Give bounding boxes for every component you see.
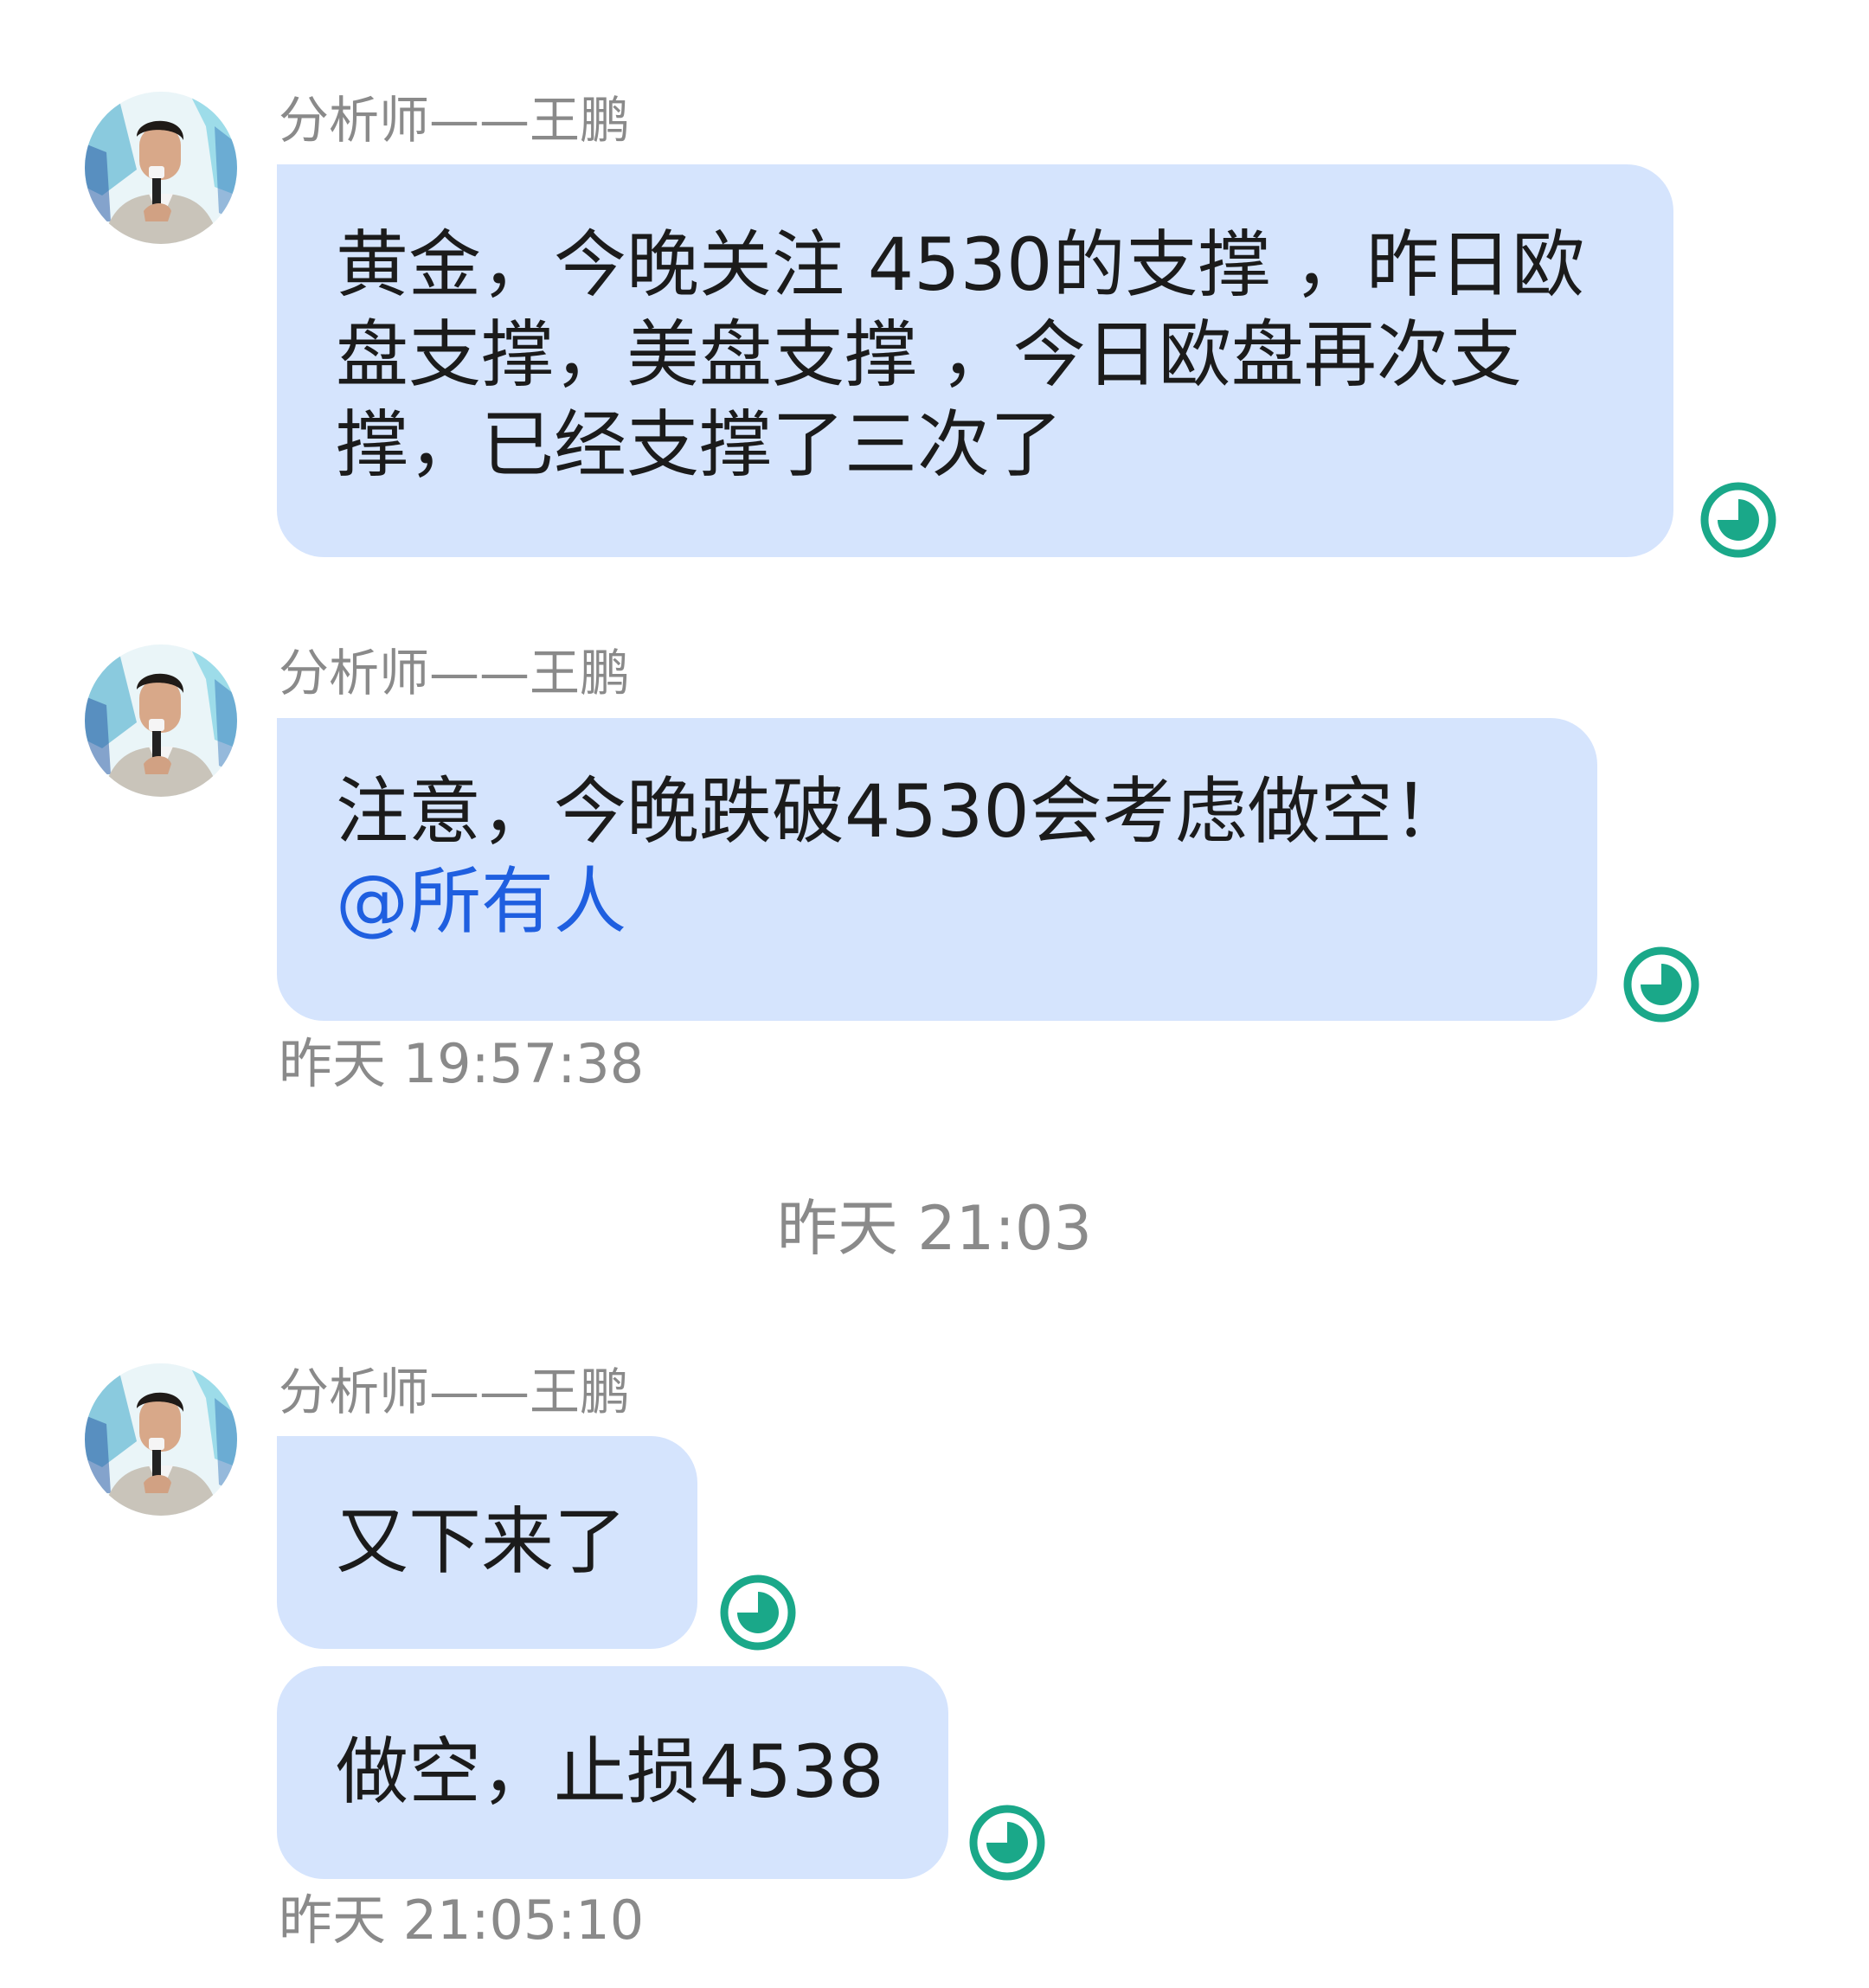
message-text: 做空，止损4538: [336, 1729, 884, 1814]
message-bubble[interactable]: 又下来了: [277, 1436, 697, 1649]
read-status-icon: [967, 1803, 1047, 1882]
avatar-photo-icon: [85, 644, 237, 797]
sender-avatar[interactable]: [85, 92, 237, 244]
sender-avatar[interactable]: [85, 644, 237, 797]
mention-all-link[interactable]: @所有人: [336, 856, 1538, 946]
message-text: 注意，今晚跌破4530会考虑做空！: [336, 769, 1466, 854]
avatar-photo-icon: [85, 92, 237, 244]
message-bubble[interactable]: 注意，今晚跌破4530会考虑做空！ @所有人: [277, 718, 1597, 1021]
time-divider: 昨天 21:03: [777, 1193, 1092, 1264]
sender-name: 分析师——王鹏: [279, 644, 631, 702]
sender-name: 分析师——王鹏: [279, 1363, 631, 1421]
message-timestamp: 昨天 19:57:38: [279, 1032, 645, 1095]
sender-avatar[interactable]: [85, 1363, 237, 1516]
message-text: 黄金，今晚关注 4530的支撑 ，昨日欧盘支撑，美盘支撑 ，今日欧盘再次支撑，已…: [336, 222, 1585, 487]
message-timestamp: 昨天 21:05:10: [279, 1889, 645, 1952]
read-status-icon: [718, 1573, 798, 1652]
message-bubble[interactable]: 做空，止损4538: [277, 1666, 948, 1879]
message-text: 又下来了: [336, 1499, 627, 1584]
sender-name: 分析师——王鹏: [279, 91, 631, 150]
avatar-photo-icon: [85, 1363, 237, 1516]
read-status-icon: [1699, 480, 1778, 560]
read-status-icon: [1622, 945, 1701, 1024]
message-bubble[interactable]: 黄金，今晚关注 4530的支撑 ，昨日欧盘支撑，美盘支撑 ，今日欧盘再次支撑，已…: [277, 164, 1673, 557]
